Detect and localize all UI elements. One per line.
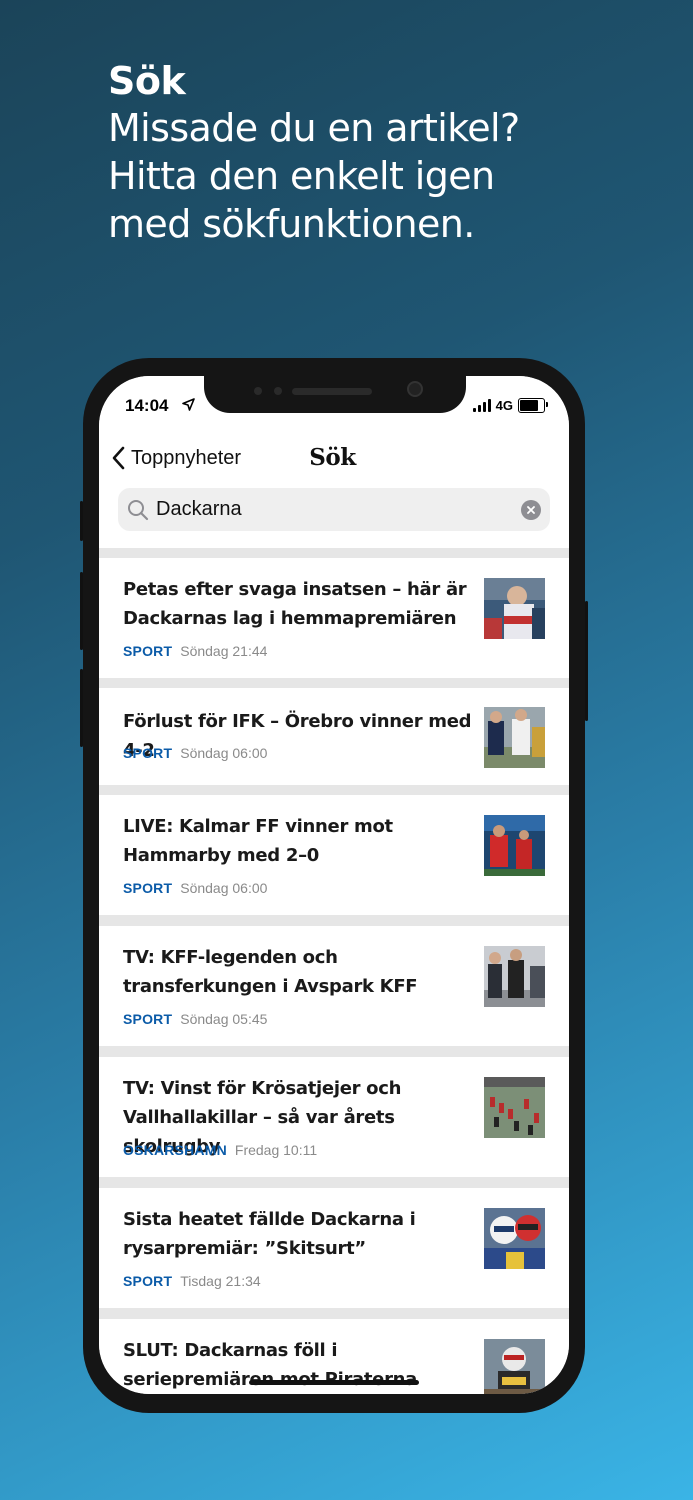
promo-line-2: Hitta den enkelt igen xyxy=(108,154,495,198)
article-title: Petas efter svaga insatsen – här är Dack… xyxy=(123,579,467,629)
article-title: TV: KFF-legenden och transferkungen i Av… xyxy=(123,947,418,997)
article-meta: SPORT Söndag 06:00 xyxy=(123,745,267,761)
article-category: SPORT xyxy=(123,1011,173,1027)
page-title: Sök xyxy=(99,444,569,471)
article-time: Söndag 06:00 xyxy=(180,745,268,761)
phone-notch xyxy=(204,376,466,413)
clear-search-button[interactable] xyxy=(521,500,541,520)
home-indicator[interactable] xyxy=(249,1380,419,1385)
article-meta: SPORT Söndag 05:45 xyxy=(123,1011,267,1027)
list-item[interactable]: Petas efter svaga insatsen – här är Dack… xyxy=(99,558,569,678)
list-item[interactable]: TV: KFF-legenden och transferkungen i Av… xyxy=(99,926,569,1046)
battery-icon xyxy=(518,398,548,413)
status-time: 14:04 xyxy=(125,396,169,415)
list-item[interactable]: Förlust för IFK – Örebro vinner med 4-2 … xyxy=(99,688,569,785)
phone-frame: 14:04 4G Toppnyheter Sök Dackarna Petas … xyxy=(80,358,588,1413)
list-item[interactable]: Sista heatet fällde Dackarna i rysarprem… xyxy=(99,1188,569,1308)
rugby-field-photo-icon xyxy=(484,1077,545,1138)
article-title: Sista heatet fällde Dackarna i rysarprem… xyxy=(123,1209,416,1259)
article-title: SLUT: Dackarnas föll i seriepremiären mo… xyxy=(123,1340,417,1390)
article-meta: SPORT Söndag 21:44 xyxy=(123,643,267,659)
article-time: Söndag 06:00 xyxy=(180,880,268,896)
signal-icon xyxy=(472,399,491,412)
notch-sensor xyxy=(254,387,262,395)
article-time: Söndag 05:45 xyxy=(180,1011,268,1027)
article-title: LIVE: Kalmar FF vinner mot Hammarby med … xyxy=(123,816,393,866)
speedway-rider-photo-icon xyxy=(484,578,545,639)
search-icon xyxy=(128,500,149,521)
phone-volume-down xyxy=(80,669,83,747)
network-type: 4G xyxy=(495,398,513,413)
football-players-photo-icon xyxy=(484,707,545,768)
article-category: SPORT xyxy=(123,1273,173,1289)
page-title-text: Sök xyxy=(309,444,356,471)
search-input[interactable] xyxy=(156,496,516,523)
article-meta: SPORT Söndag 06:00 xyxy=(123,880,267,896)
interview-photo-icon xyxy=(484,946,545,1007)
promo-headline: Sök Missade du en artikel? Hitta den enk… xyxy=(108,58,520,248)
status-indicators: 4G xyxy=(472,398,548,413)
promo-line-1: Missade du en artikel? xyxy=(108,106,520,150)
speedway-race-photo-icon xyxy=(484,1339,545,1394)
list-item[interactable]: LIVE: Kalmar FF vinner mot Hammarby med … xyxy=(99,795,569,915)
phone-power-button xyxy=(585,601,588,721)
promo-line-3: med sökfunktionen. xyxy=(108,202,475,246)
article-category: SPORT xyxy=(123,880,173,896)
article-category: SPORT xyxy=(123,745,173,761)
front-camera xyxy=(407,381,423,397)
article-category: SPORT xyxy=(123,643,173,659)
phone-screen: 14:04 4G Toppnyheter Sök Dackarna Petas … xyxy=(99,376,569,1394)
article-category: OSKARSHAMN xyxy=(123,1142,227,1158)
article-meta: OSKARSHAMN Fredag 10:11 xyxy=(123,1142,317,1158)
phone-mute-switch xyxy=(80,501,83,541)
promo-title: Sök xyxy=(108,59,186,103)
football-match-photo-icon xyxy=(484,815,545,876)
article-meta: SPORT Tisdag 21:34 xyxy=(123,1273,261,1289)
speedway-helmets-photo-icon xyxy=(484,1208,545,1269)
notch-sensor xyxy=(274,387,282,395)
close-icon xyxy=(527,506,535,514)
list-item[interactable]: TV: Vinst för Krösatjejer och Vallhallak… xyxy=(99,1057,569,1177)
notch-speaker xyxy=(292,388,372,395)
location-arrow-icon xyxy=(182,398,195,411)
phone-volume-up xyxy=(80,572,83,650)
article-time: Söndag 21:44 xyxy=(180,643,268,659)
article-time: Fredag 10:11 xyxy=(234,1142,318,1158)
search-bar xyxy=(118,488,550,531)
article-time: Tisdag 21:34 xyxy=(180,1273,261,1289)
